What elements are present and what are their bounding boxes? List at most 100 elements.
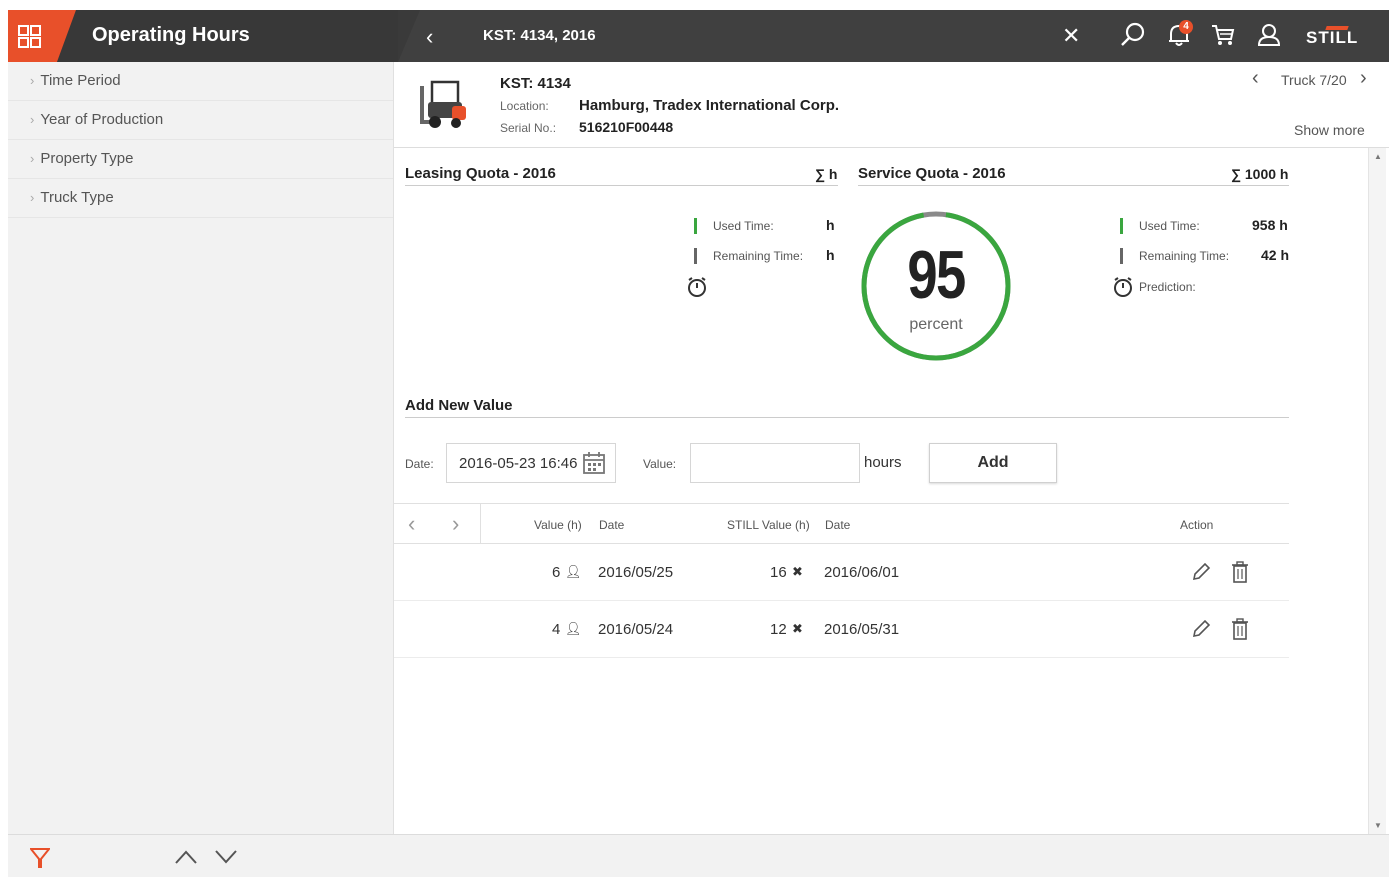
- next-truck-icon[interactable]: ›: [1360, 67, 1367, 90]
- stopwatch-icon: [688, 277, 706, 297]
- filter-label: Time Period: [40, 72, 121, 89]
- filter-icon[interactable]: [30, 847, 50, 869]
- location-value: Hamburg, Tradex International Corp.: [579, 97, 840, 114]
- cell-value: 6: [552, 564, 561, 581]
- service-remaining-value: 42 h: [1261, 247, 1290, 263]
- edit-icon[interactable]: [1190, 618, 1212, 640]
- menu-button[interactable]: [8, 10, 76, 62]
- chevron-right-icon: ›: [30, 151, 35, 166]
- remaining-time-marker: [1120, 248, 1123, 264]
- filter-year-of-production[interactable]: › Year of Production: [8, 101, 393, 140]
- cart-icon[interactable]: [1210, 22, 1236, 53]
- cell-date: 2016/05/25: [598, 564, 674, 581]
- table-row: 4 👤︎ 2016/05/24 12 ✖ 2016/05/31: [394, 601, 1289, 658]
- service-remaining-label: Remaining Time:: [1139, 249, 1230, 263]
- content-footer: [394, 834, 1389, 877]
- cell-still-date: 2016/06/01: [824, 564, 900, 581]
- add-button[interactable]: Add: [929, 443, 1057, 483]
- forklift-image: [420, 80, 466, 128]
- prediction-label: Prediction:: [1139, 280, 1196, 294]
- cell-still-value: 16: [770, 564, 787, 581]
- sidebar-footer: [8, 834, 394, 877]
- column-header: Date: [825, 518, 851, 532]
- table-prev-icon[interactable]: ‹: [408, 511, 415, 537]
- user-icon[interactable]: [1256, 22, 1282, 53]
- add-value-title: Add New Value: [405, 397, 513, 414]
- service-used-value: 958 h: [1252, 217, 1288, 233]
- show-more-link[interactable]: Show more: [1294, 122, 1365, 138]
- leasing-used-label: Used Time:: [713, 219, 774, 233]
- divider: [405, 185, 838, 186]
- delete-icon[interactable]: [1230, 561, 1250, 583]
- leasing-quota-title: Leasing Quota - 2016: [405, 165, 556, 182]
- filter-sidebar: › Time Period › Year of Production › Proper…: [8, 62, 394, 834]
- user-entry-icon: 👤︎: [565, 564, 582, 579]
- used-time-marker: [1120, 218, 1123, 234]
- app-header: Operating Hours: [8, 10, 398, 62]
- service-wrench-icon: ✖: [792, 564, 803, 579]
- service-sum: ∑ 1000 h: [1231, 166, 1289, 182]
- filter-label: Year of Production: [40, 111, 164, 128]
- chevron-right-icon: ›: [30, 73, 35, 88]
- gauge-percent-unit: percent: [909, 316, 963, 333]
- leasing-used-value: h: [826, 217, 835, 233]
- edit-icon[interactable]: [1190, 561, 1212, 583]
- service-quota-title: Service Quota - 2016: [858, 165, 1006, 182]
- used-time-marker: [694, 218, 697, 234]
- filter-property-type[interactable]: › Property Type: [8, 140, 393, 179]
- date-label: Date:: [405, 457, 434, 471]
- cell-still-date: 2016/05/31: [824, 621, 900, 638]
- table-row: 6 👤︎ 2016/05/25 16 ✖ 2016/06/01: [394, 544, 1289, 601]
- user-entry-icon: 👤︎: [565, 621, 582, 636]
- value-input[interactable]: [690, 443, 860, 483]
- prev-truck-icon[interactable]: ‹: [1252, 67, 1259, 90]
- leasing-remaining-label: Remaining Time:: [713, 249, 804, 263]
- hours-unit-label: hours: [864, 454, 902, 471]
- filter-time-period[interactable]: › Time Period: [8, 62, 393, 101]
- stopwatch-icon: [1114, 277, 1132, 297]
- scroll-up-icon[interactable]: ▲: [1374, 152, 1382, 161]
- truck-header: KST: 4134 Location: Hamburg, Tradex Inte…: [394, 62, 1389, 148]
- notification-badge: 4: [1179, 20, 1193, 34]
- service-used-label: Used Time:: [1139, 219, 1200, 233]
- divider: [405, 417, 1289, 418]
- divider: [858, 185, 1289, 186]
- column-header: Value (h): [534, 518, 582, 532]
- column-header: Action: [1180, 518, 1214, 532]
- service-wrench-icon: ✖: [792, 621, 803, 636]
- calendar-icon[interactable]: [582, 451, 606, 475]
- close-icon[interactable]: ✕: [1062, 23, 1080, 49]
- scroll-down-icon[interactable]: ▼: [1374, 821, 1382, 830]
- truck-counter: Truck 7/20: [1281, 72, 1347, 88]
- divider: [480, 504, 481, 543]
- filter-label: Truck Type: [40, 189, 114, 206]
- scrollbar[interactable]: ▲ ▼: [1368, 148, 1386, 834]
- delete-icon[interactable]: [1230, 618, 1250, 640]
- table-next-icon[interactable]: ›: [452, 511, 459, 537]
- chevron-right-icon: ›: [30, 190, 35, 205]
- filter-truck-type[interactable]: › Truck Type: [8, 179, 393, 218]
- chevron-up-icon[interactable]: [174, 849, 198, 865]
- breadcrumb: KST: 4134, 2016: [483, 27, 596, 44]
- search-icon[interactable]: [1120, 22, 1146, 53]
- location-label: Location:: [500, 99, 549, 113]
- remaining-time-marker: [694, 248, 697, 264]
- gauge-percent-value: 95: [907, 237, 966, 313]
- chevron-down-icon[interactable]: [214, 849, 238, 865]
- cell-value: 4: [552, 621, 561, 638]
- bell-icon[interactable]: 4: [1166, 20, 1193, 53]
- cell-still-value: 12: [770, 621, 787, 638]
- leasing-remaining-value: h: [826, 247, 835, 263]
- cell-date: 2016/05/24: [598, 621, 674, 638]
- app-title: Operating Hours: [92, 24, 250, 46]
- serial-label: Serial No.:: [500, 121, 557, 135]
- back-arrow-icon[interactable]: ‹: [426, 24, 433, 50]
- value-label: Value:: [643, 457, 677, 471]
- truck-kst: KST: 4134: [500, 75, 571, 92]
- chevron-right-icon: ›: [30, 112, 35, 127]
- grid-icon: [18, 25, 41, 48]
- filter-label: Property Type: [40, 150, 134, 167]
- top-bar: Operating Hours ‹ KST: 4134, 2016 ✕ 4 ST…: [8, 10, 1389, 62]
- still-logo: STILL: [1306, 28, 1359, 47]
- serial-value: 516210F00448: [579, 119, 674, 135]
